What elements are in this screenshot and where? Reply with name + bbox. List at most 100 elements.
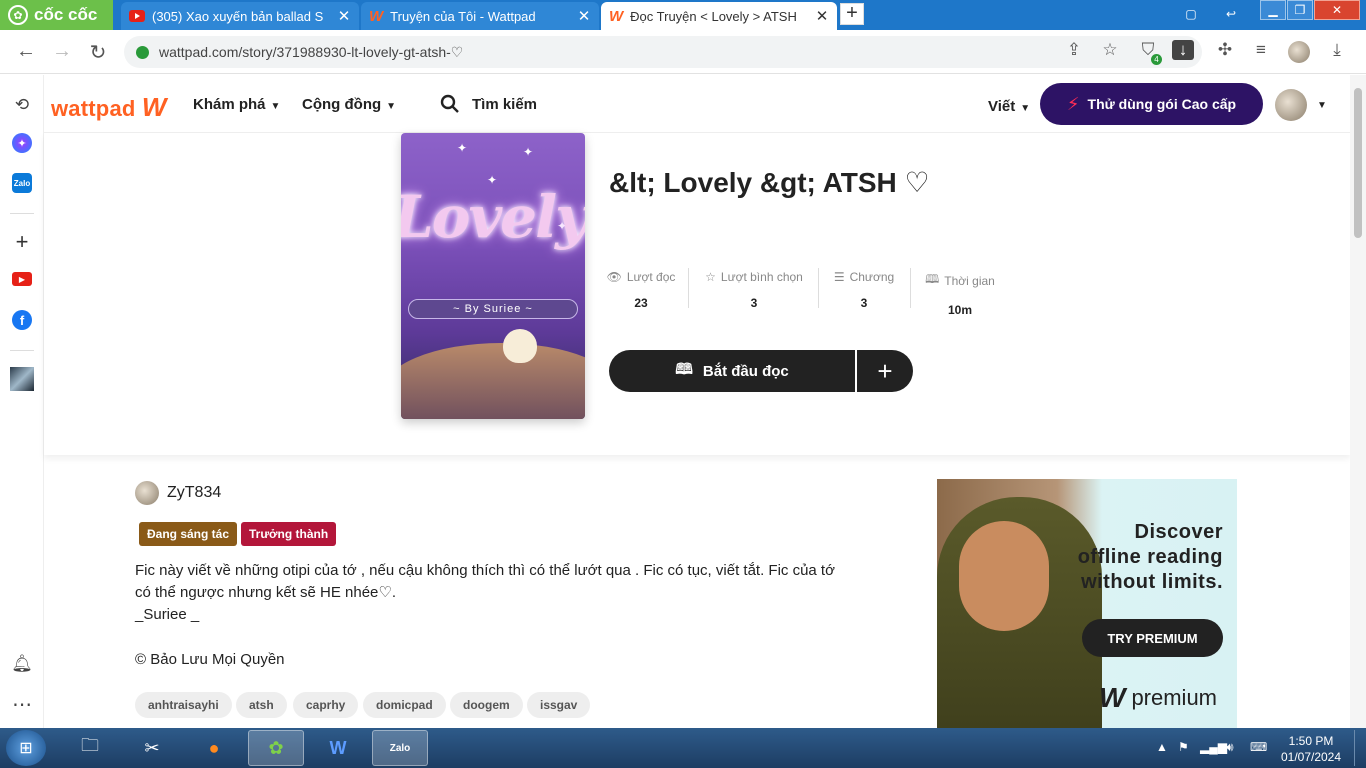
ad-brand: Wpremium — [1099, 682, 1217, 714]
wattpad-logo[interactable]: wattpad W — [51, 92, 167, 123]
volume-icon[interactable]: 🔊︎ — [1226, 740, 1234, 755]
stat-votes: ☆ Lượt bình chọn 3 — [704, 270, 804, 310]
stat-reading-time: 🕮︎ Thời gian 10m — [910, 270, 1010, 317]
back-icon[interactable]: ← — [14, 40, 38, 63]
brand-label: cốc cốc — [34, 5, 98, 24]
close-tab-icon[interactable]: ✕ — [577, 7, 591, 25]
ad-try-premium-button[interactable]: TRY PREMIUM — [1082, 619, 1223, 657]
tab-title: Truyện của Tôi - Wattpad — [390, 8, 536, 24]
stat-label: Thời gian — [944, 273, 995, 288]
community-label: Cộng đồng — [302, 96, 382, 113]
youtube-rail-icon[interactable]: ▶ — [12, 272, 32, 286]
tag-chip[interactable]: issgav — [527, 692, 591, 718]
coccoc-brand[interactable]: ✿ cốc cốc — [0, 0, 113, 30]
close-window-button[interactable]: ✕ — [1314, 0, 1360, 20]
author-name: ZyT834 — [167, 484, 222, 501]
facebook-icon[interactable]: f — [12, 310, 32, 330]
tab-story[interactable]: W Đọc Truyện < Lovely > ATSH ✕ — [601, 2, 837, 30]
caret-down-icon[interactable]: ▼ — [1317, 100, 1327, 111]
caret-down-icon: ▼ — [1020, 103, 1031, 114]
tray-expand-icon[interactable]: ▲ — [1156, 740, 1168, 754]
download-box-icon[interactable]: ↓ — [1172, 40, 1194, 60]
wattpad-w-icon: W — [141, 92, 167, 122]
stat-value: 3 — [750, 296, 758, 310]
caret-down-icon: ▼ — [270, 101, 281, 112]
close-tab-icon[interactable]: ✕ — [815, 7, 829, 25]
minimize-button[interactable]: ▁ — [1260, 0, 1286, 20]
tag-chip[interactable]: caprhy — [293, 692, 359, 718]
start-reading-button[interactable]: 🕮︎ Bắt đầu đọc — [609, 350, 855, 392]
author-link[interactable]: ZyT834 — [135, 481, 221, 505]
scrollbar-thumb[interactable] — [1354, 88, 1362, 238]
tab-youtube[interactable]: (305) Xao xuyến bản ballad S ✕ — [121, 2, 359, 30]
tab-my-stories[interactable]: W Truyện của Tôi - Wattpad ✕ — [361, 2, 599, 30]
premium-ad[interactable]: Discover offline reading without limits.… — [937, 479, 1237, 728]
search-button[interactable]: Tìm kiếm — [440, 94, 537, 114]
start-button[interactable]: ⊞ — [6, 730, 46, 766]
zalo-icon[interactable]: Zalo — [12, 173, 32, 193]
coccoc-taskbar-icon[interactable]: ✿ — [248, 730, 304, 766]
notification-bell-icon[interactable]: 🔔︎ — [10, 652, 34, 676]
community-menu[interactable]: Cộng đồng ▼ — [302, 96, 396, 113]
stat-reads: 👁︎ Lượt đọc 23 — [591, 270, 691, 310]
ad-face-image — [959, 521, 1049, 631]
story-cover[interactable]: ✦ ✦ ✦ ✦ Lovely ~ By Suriee ~ — [401, 133, 585, 419]
add-to-library-button[interactable]: + — [857, 350, 913, 392]
more-options-icon[interactable]: ⋯ — [10, 692, 34, 716]
reading-list-icon[interactable]: ≡ — [1250, 40, 1272, 60]
add-shortcut-icon[interactable]: + — [10, 229, 34, 254]
cover-hill — [401, 343, 585, 419]
stat-label: Chương — [849, 270, 895, 284]
snipping-tool-icon[interactable]: ✂︎ — [124, 730, 180, 766]
messenger-icon[interactable]: ✦ — [12, 133, 32, 153]
ad-brand-label: premium — [1131, 685, 1218, 710]
discover-menu[interactable]: Khám phá ▼ — [193, 96, 280, 113]
share-icon[interactable]: ⇪ — [1063, 40, 1085, 60]
stat-divider — [688, 268, 689, 308]
list-icon: ☰ — [833, 270, 845, 284]
tag-chip[interactable]: anhtraisayhi — [135, 692, 232, 718]
site-thumbnail-icon[interactable] — [10, 367, 34, 391]
zalo-taskbar-icon[interactable]: Zalo — [372, 730, 428, 766]
forward-icon[interactable]: → — [50, 40, 74, 63]
stat-label: Lượt đọc — [626, 270, 676, 284]
ad-headline-line: without limits. — [1081, 571, 1223, 593]
maximize-button[interactable]: ❐ — [1287, 0, 1313, 20]
profile-avatar[interactable] — [1288, 41, 1310, 63]
user-avatar[interactable] — [1275, 89, 1307, 121]
try-premium-button[interactable]: ⚡︎ Thử dùng gói Cao cấp — [1040, 83, 1263, 125]
description-line: có thể ngược nhưng kết sẽ HE nhée♡. — [135, 584, 397, 601]
star-sparkle-icon: ✦ — [523, 145, 534, 159]
new-tab-button[interactable]: + — [840, 3, 864, 25]
screenshot-icon[interactable]: ▢ — [1178, 4, 1204, 24]
tab-title: Đọc Truyện < Lovely > ATSH — [630, 8, 797, 24]
back-panel-icon[interactable]: ↩ — [1218, 4, 1244, 24]
word-icon[interactable]: W — [310, 730, 366, 766]
mature-badge: Trưởng thành — [241, 522, 337, 546]
tag-chip[interactable]: doogem — [450, 692, 523, 718]
tag-chip[interactable]: domicpad — [363, 692, 446, 718]
write-menu[interactable]: Viết ▼ — [988, 98, 1030, 115]
firefox-icon[interactable]: ● — [186, 730, 242, 766]
extensions-puzzle-icon[interactable]: ✣ — [1214, 40, 1236, 60]
network-signal-icon[interactable]: ▂▄▆ — [1200, 740, 1227, 754]
close-tab-icon[interactable]: ✕ — [337, 7, 351, 25]
url-text[interactable]: wattpad.com/story/371988930-lt-lovely-gt… — [159, 44, 463, 61]
show-desktop-button[interactable] — [1354, 730, 1364, 766]
taskbar-clock[interactable]: 1:50 PM 01/07/2024 — [1275, 733, 1347, 765]
file-explorer-icon[interactable]: 🗀︎ — [62, 730, 118, 766]
caret-down-icon: ▼ — [386, 101, 397, 112]
tag-chip[interactable]: atsh — [236, 692, 287, 718]
action-center-flag-icon[interactable]: ⚑ — [1178, 740, 1189, 754]
bookmark-star-icon[interactable]: ☆ — [1099, 40, 1121, 60]
downloads-icon[interactable]: ⤓ — [1326, 40, 1348, 60]
url-bar[interactable]: wattpad.com/story/371988930-lt-lovely-gt… — [124, 36, 1202, 68]
keyboard-icon[interactable]: ⌨ — [1250, 740, 1267, 754]
open-book-icon: 🕮︎ — [675, 360, 693, 378]
history-icon[interactable]: ⟲ — [10, 93, 34, 117]
description-line: Fic này viết về những otipi của tớ , nếu… — [135, 562, 835, 579]
star-sparkle-icon: ✦ — [457, 141, 468, 155]
cover-byline: ~ By Suriee ~ — [408, 299, 578, 319]
reload-icon[interactable]: ↻ — [86, 40, 110, 65]
start-reading-label: Bắt đầu đọc — [702, 362, 789, 380]
